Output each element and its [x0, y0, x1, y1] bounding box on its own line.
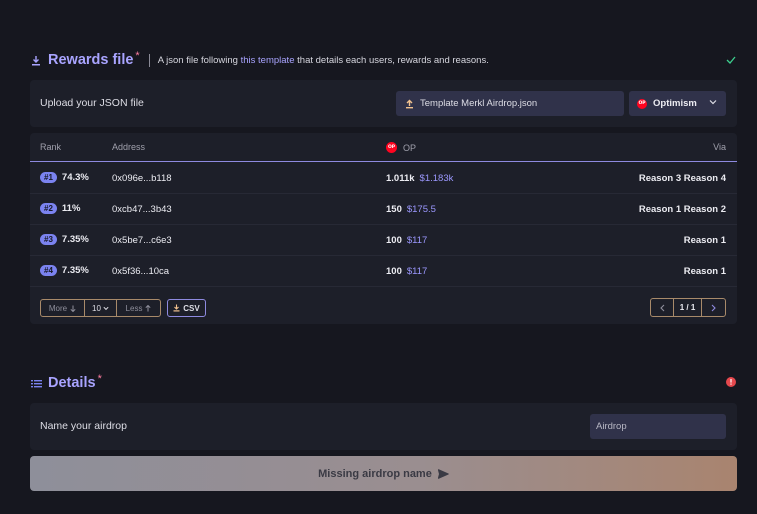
amount-cell: 1.011k $1.183k: [386, 173, 453, 184]
more-label: More: [48, 303, 68, 313]
file-upload-button[interactable]: Template Merkl Airdrop.json: [396, 91, 624, 116]
rank-badge: #4: [40, 265, 57, 276]
file-name: Template Merkl Airdrop.json: [420, 98, 538, 109]
header-token-label: OP: [403, 142, 417, 153]
csv-export-button[interactable]: CSV: [167, 299, 206, 317]
usd-value: $117: [406, 235, 428, 246]
description-prefix: A json file following: [157, 54, 238, 66]
header-rank[interactable]: Rank: [40, 142, 61, 152]
via-cell: Reason 1: [683, 235, 726, 246]
rank-cell: #1 74.3%: [40, 172, 89, 183]
airdrop-name-label: Name your airdrop: [40, 420, 127, 432]
submit-button[interactable]: Missing airdrop name: [30, 456, 737, 491]
share-percent: 7.35%: [61, 234, 89, 245]
details-section-header: Details *: [30, 373, 102, 391]
page-size-select[interactable]: 10: [85, 300, 117, 316]
rewards-section-header: Rewards file * A json file following thi…: [30, 50, 489, 68]
arrow-up-icon: [145, 304, 152, 311]
rank-badge: #2: [40, 203, 57, 214]
send-icon: [437, 468, 449, 479]
required-mark: *: [135, 50, 140, 62]
chevron-down-icon: [709, 100, 717, 105]
less-button[interactable]: Less: [117, 300, 160, 316]
table-row[interactable]: #1 74.3% 0x096e...b118 1.011k $1.183k Reas…: [30, 163, 737, 194]
optimism-logo-icon: OP: [386, 142, 397, 153]
list-icon: [30, 377, 42, 389]
download-icon: [173, 304, 180, 312]
required-mark: *: [97, 373, 102, 385]
token-amount: 1.011k: [386, 173, 415, 184]
network-label: Optimism: [653, 98, 697, 109]
share-percent: 11%: [61, 203, 81, 214]
rank-badge: #3: [40, 234, 57, 245]
address-cell[interactable]: 0x5be7...c6e3: [112, 235, 172, 246]
rank-cell: #4 7.35%: [40, 265, 89, 276]
amount-cell: 100 $117: [386, 235, 427, 246]
amount-cell: 150 $175.5: [386, 204, 436, 215]
less-label: Less: [125, 303, 143, 313]
arrow-down-icon: [70, 305, 76, 312]
chevron-right-icon: [711, 304, 716, 311]
address-cell[interactable]: 0x096e...b118: [112, 173, 172, 184]
description-suffix: that details each users, rewards and rea…: [297, 54, 489, 66]
upload-card: Upload your JSON file Template Merkl Air…: [30, 80, 737, 127]
page-indicator: 1 / 1: [674, 299, 702, 316]
chevron-left-icon: [659, 304, 664, 311]
usd-value: $117: [406, 266, 428, 277]
rank-badge: #1: [40, 172, 57, 183]
table-row[interactable]: #4 7.35% 0x5f36...10ca 100 $117 Reason 1: [30, 256, 737, 287]
header-token[interactable]: OP OP: [386, 142, 416, 153]
rewards-description: A json file following this template that…: [158, 55, 489, 66]
token-amount: 100: [386, 235, 402, 246]
amount-cell: 100 $117: [386, 266, 427, 277]
address-cell[interactable]: 0x5f36...10ca: [112, 266, 169, 277]
share-percent: 74.3%: [61, 172, 89, 183]
airdrop-name-input[interactable]: [590, 414, 726, 439]
network-select[interactable]: OP Optimism: [629, 91, 726, 116]
header-address[interactable]: Address: [112, 142, 145, 152]
divider: [148, 53, 150, 67]
upload-icon: [406, 99, 413, 108]
next-page-button[interactable]: [702, 299, 725, 316]
check-icon: [726, 51, 736, 69]
pagination: 1 / 1: [650, 298, 726, 317]
token-amount: 150: [386, 204, 402, 215]
table-row[interactable]: #3 7.35% 0x5be7...c6e3 100 $117 Reason 1: [30, 225, 737, 256]
alert-icon: [726, 377, 736, 387]
optimism-logo-icon: OP: [637, 98, 647, 109]
rewards-table: Rank Address OP OP Via #1 74.3% 0x096e...…: [30, 133, 737, 324]
usd-value: $1.183k: [419, 173, 454, 184]
prev-page-button[interactable]: [651, 299, 674, 316]
via-cell: Reason 3 Reason 4: [638, 173, 726, 184]
download-icon: [30, 54, 42, 66]
rewards-title: Rewards file: [48, 52, 134, 68]
rank-cell: #3 7.35%: [40, 234, 89, 245]
upload-label: Upload your JSON file: [40, 97, 144, 109]
via-cell: Reason 1: [683, 266, 726, 277]
table-row[interactable]: #2 11% 0xcb47...3b43 150 $175.5 Reason 1 R…: [30, 194, 737, 225]
table-header: Rank Address OP OP Via: [30, 133, 737, 162]
csv-label: CSV: [183, 303, 200, 313]
share-percent: 7.35%: [61, 265, 89, 276]
via-cell: Reason 1 Reason 2: [638, 204, 726, 215]
details-title: Details: [48, 375, 96, 391]
details-card: Name your airdrop: [30, 403, 737, 450]
token-amount: 100: [386, 266, 402, 277]
submit-label: Missing airdrop name: [318, 467, 432, 480]
rank-cell: #2 11%: [40, 203, 80, 214]
more-button[interactable]: More: [41, 300, 85, 316]
header-via[interactable]: Via: [713, 142, 726, 152]
usd-value: $175.5: [406, 204, 436, 215]
template-link[interactable]: this template: [241, 55, 295, 66]
address-cell[interactable]: 0xcb47...3b43: [112, 204, 172, 215]
page-size-value: 10: [92, 303, 101, 313]
page-size-control: More 10 Less: [40, 299, 161, 317]
chevron-down-icon: [103, 306, 109, 310]
